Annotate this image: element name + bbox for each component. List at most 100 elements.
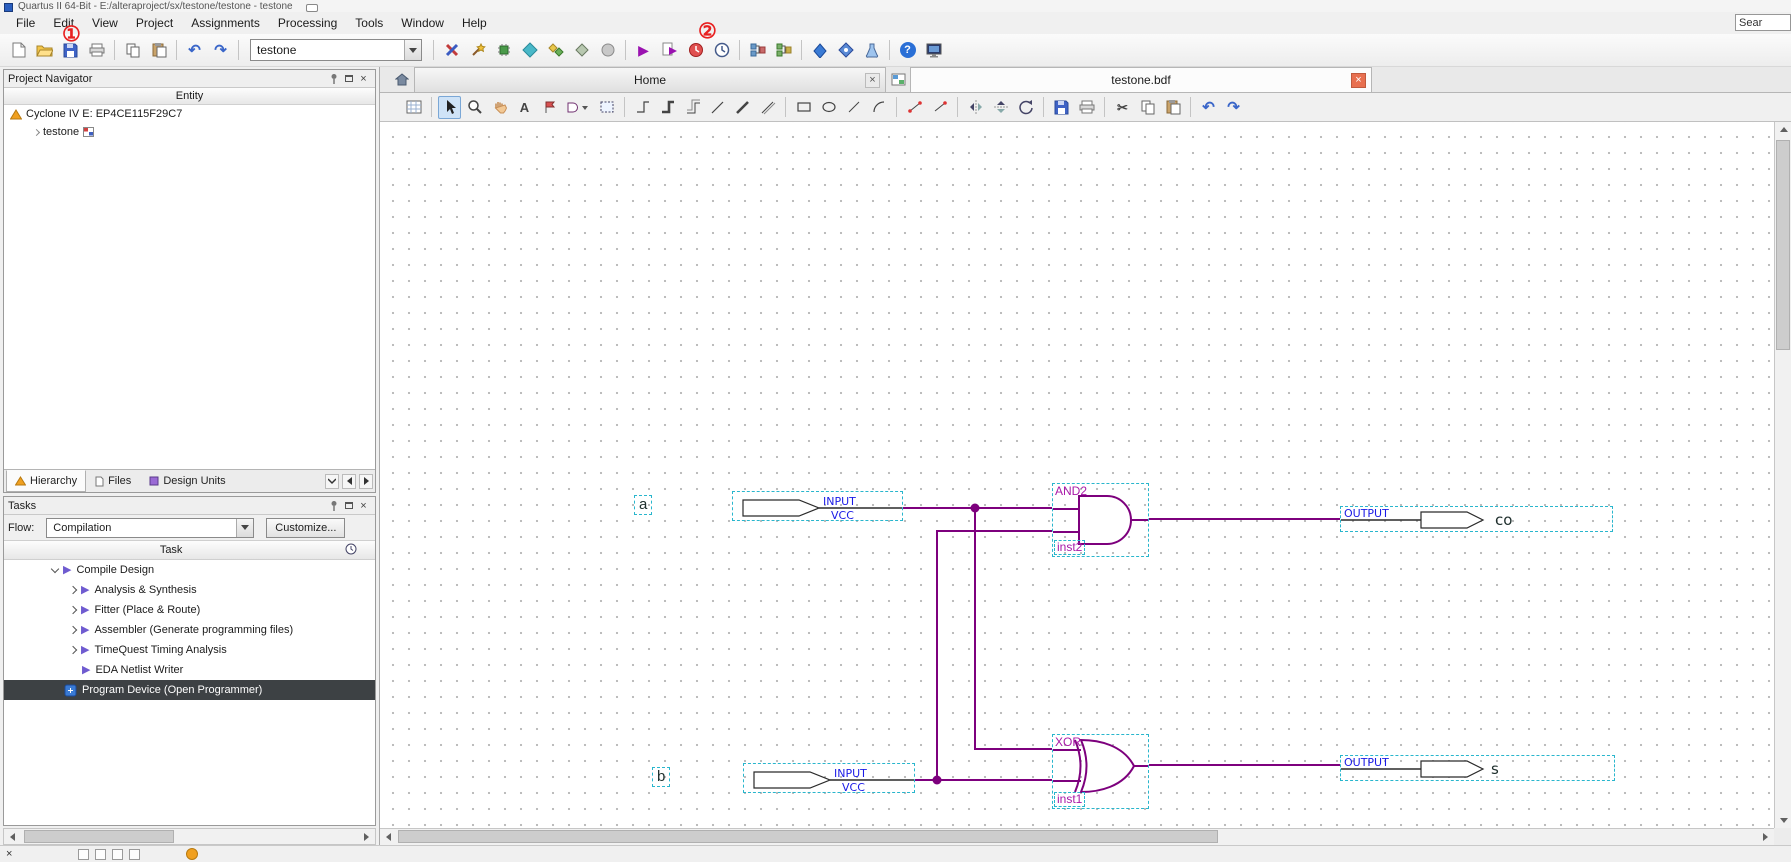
hscrollbar-thumb[interactable] (24, 830, 174, 843)
task-row-analysis-synthesis[interactable]: ▶ Analysis & Synthesis (4, 580, 375, 600)
canvas-hscrollbar[interactable] (380, 828, 1774, 845)
xor-instance-label[interactable]: inst1 (1054, 792, 1086, 807)
float-panel-button[interactable] (341, 72, 356, 86)
messages-toggle-button[interactable] (95, 848, 107, 860)
customize-button[interactable]: Customize... (266, 517, 346, 538)
tab-files[interactable]: Files (86, 470, 140, 492)
task-row-assembler[interactable]: ▶ Assembler (Generate programming files) (4, 620, 375, 640)
paste-button[interactable] (146, 38, 171, 62)
chevron-right-icon[interactable] (68, 645, 78, 655)
task-row-fitter[interactable]: ▶ Fitter (Place & Route) (4, 600, 375, 620)
text-tool-button[interactable]: A (513, 96, 536, 119)
menu-processing[interactable]: Processing (270, 14, 345, 32)
tab-testone-bdf[interactable]: testone.bdf × (910, 67, 1372, 92)
close-tab-button[interactable]: × (1351, 73, 1366, 88)
redo-button[interactable]: ↷ (1222, 96, 1245, 119)
eda-tools-button[interactable] (543, 38, 568, 62)
messages-toggle-button[interactable] (78, 848, 90, 860)
scroll-down-button[interactable] (1775, 813, 1791, 828)
menu-window[interactable]: Window (393, 14, 452, 32)
menu-view[interactable]: View (84, 14, 126, 32)
float-panel-button[interactable] (341, 499, 356, 513)
pin-tool-button[interactable] (538, 96, 561, 119)
scroll-up-button[interactable] (1775, 122, 1791, 137)
close-panel-button[interactable]: × (356, 72, 371, 86)
copy-button[interactable] (1136, 96, 1159, 119)
messages-toggle-button[interactable] (129, 848, 141, 860)
orthogonal-node-line-button[interactable] (631, 96, 654, 119)
task-row-program-device[interactable]: Program Device (Open Programmer) (4, 680, 375, 700)
output-pin-s[interactable]: OUTPUT s (1340, 755, 1615, 781)
in-system-editor-button[interactable] (859, 38, 884, 62)
cut-button[interactable]: ✂ (1111, 96, 1134, 119)
start-compilation-button[interactable]: ▶ (631, 38, 656, 62)
tab-design-units[interactable]: Design Units (140, 470, 234, 492)
home-tab-icon-button[interactable] (390, 67, 414, 92)
menu-file[interactable]: File (8, 14, 43, 32)
flow-combobox[interactable]: Compilation (46, 517, 255, 538)
ellipse-tool-button[interactable] (817, 96, 840, 119)
navigator-hscrollbar[interactable] (3, 828, 376, 845)
flow-combobox-dropdown-button[interactable] (236, 518, 254, 537)
arc-tool-button[interactable] (867, 96, 890, 119)
block-tool-button[interactable] (595, 96, 618, 119)
tab-home[interactable]: Home × (414, 67, 886, 92)
vscrollbar-thumb[interactable] (1776, 140, 1790, 350)
selection-tool-button[interactable] (438, 95, 461, 119)
flip-vertical-button[interactable] (989, 96, 1012, 119)
undo-button[interactable]: ↶ (182, 38, 207, 62)
tab-options-button[interactable] (325, 473, 339, 489)
orthogonal-bus-line-button[interactable] (656, 96, 679, 119)
assignment-editor-button[interactable] (465, 38, 490, 62)
menu-project[interactable]: Project (128, 14, 181, 32)
canvas-vscrollbar[interactable] (1774, 122, 1791, 828)
copy-button[interactable] (120, 38, 145, 62)
tree-row-testone[interactable]: testone (4, 123, 375, 141)
print-button[interactable] (84, 38, 109, 62)
tab-scroll-right-button[interactable] (359, 473, 373, 489)
messages-toggle-button[interactable] (112, 848, 124, 860)
paste-button[interactable] (1161, 96, 1184, 119)
pin-b-name[interactable]: b (652, 767, 671, 787)
task-row-compile-design[interactable]: ▶ Compile Design (4, 560, 375, 580)
partial-line-off-button[interactable] (928, 96, 951, 119)
chevron-right-icon[interactable] (68, 585, 78, 595)
input-pin-a[interactable]: INPUT VCC (732, 491, 903, 522)
bdf-tab-icon-button[interactable] (886, 67, 910, 92)
pin-panel-button[interactable] (326, 499, 341, 513)
pin-panel-button[interactable] (326, 72, 341, 86)
partial-line-on-button[interactable] (903, 96, 926, 119)
chevron-right-icon[interactable] (68, 625, 78, 635)
chevron-down-icon[interactable] (50, 564, 60, 573)
close-messages-button[interactable]: × (6, 848, 12, 860)
flip-horizontal-button[interactable] (964, 96, 987, 119)
timequest-button[interactable] (517, 38, 542, 62)
device-window-button[interactable] (921, 38, 946, 62)
output-pin-co[interactable]: OUTPUT co (1340, 506, 1613, 532)
rectangle-tool-button[interactable] (792, 96, 815, 119)
technology-map-viewer-button[interactable] (771, 38, 796, 62)
page-setup-button[interactable] (402, 96, 425, 119)
input-pin-b[interactable]: INPUT VCC (743, 763, 915, 794)
orthogonal-conduit-line-button[interactable] (681, 96, 704, 119)
settings-button[interactable] (439, 38, 464, 62)
compile-monitor-button[interactable] (569, 38, 594, 62)
pin-a-name[interactable]: a (634, 495, 653, 515)
task-row-timequest[interactable]: ▶ TimeQuest Timing Analysis (4, 640, 375, 660)
print-button[interactable] (1075, 96, 1098, 119)
close-tab-button[interactable]: × (865, 73, 880, 88)
diagonal-bus-line-button[interactable] (731, 96, 754, 119)
scroll-right-button[interactable] (358, 829, 375, 844)
design-assistant-button[interactable] (833, 38, 858, 62)
symbol-tool-button[interactable] (563, 96, 593, 119)
pan-tool-button[interactable] (488, 96, 511, 119)
hscrollbar-thumb[interactable] (398, 830, 1218, 843)
scroll-right-button[interactable] (1757, 829, 1774, 845)
tree-row-device[interactable]: Cyclone IV E: EP4CE115F29C7 (4, 105, 375, 123)
compilation-report-button[interactable] (807, 38, 832, 62)
redo-button[interactable]: ↷ (208, 38, 233, 62)
menu-help[interactable]: Help (454, 14, 495, 32)
menu-tools[interactable]: Tools (347, 14, 391, 32)
and2-instance-label[interactable]: inst2 (1054, 540, 1086, 555)
undo-button[interactable]: ↶ (1197, 96, 1220, 119)
